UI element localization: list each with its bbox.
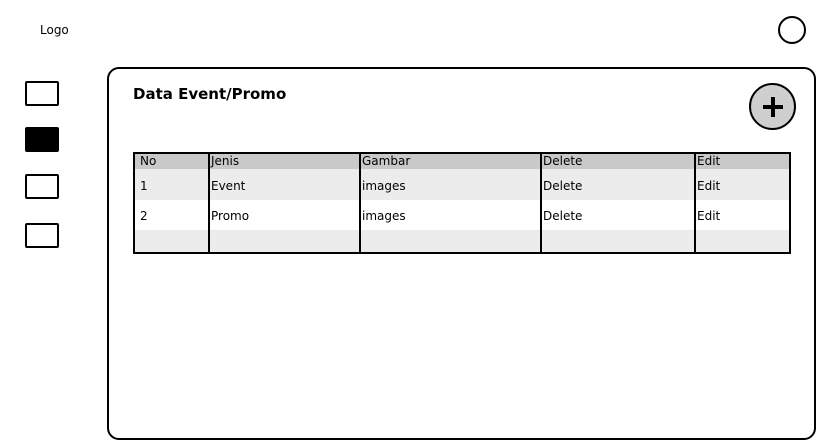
cell-gambar: images (362, 179, 406, 193)
add-button[interactable] (749, 83, 796, 130)
sidebar-item-3[interactable] (25, 174, 59, 199)
sidebar-item-2-active[interactable] (25, 127, 59, 152)
data-table: No Jenis Gambar Delete Edit 1 Event imag… (133, 152, 791, 254)
cell-jenis: Promo (211, 209, 250, 223)
column-header-jenis: Jenis (211, 154, 240, 168)
column-divider (540, 154, 542, 252)
column-header-gambar: Gambar (362, 154, 411, 168)
cell-no: 2 (140, 209, 148, 223)
sidebar-item-4[interactable] (25, 223, 59, 248)
table-row: 2 Promo images Delete Edit (135, 200, 789, 230)
column-header-no: No (140, 154, 157, 168)
table-row-empty (135, 230, 789, 252)
table-header-row: No Jenis Gambar Delete Edit (135, 154, 789, 169)
page-title: Data Event/Promo (133, 85, 287, 103)
column-header-delete: Delete (543, 154, 583, 168)
sidebar-item-1[interactable] (25, 81, 59, 106)
delete-link[interactable]: Delete (543, 179, 582, 193)
cell-no: 1 (140, 179, 148, 193)
column-divider (694, 154, 696, 252)
column-header-edit: Edit (697, 154, 721, 168)
column-divider (359, 154, 361, 252)
table-row: 1 Event images Delete Edit (135, 169, 789, 200)
cell-gambar: images (362, 209, 406, 223)
logo: Logo (40, 23, 69, 37)
plus-icon (762, 96, 783, 117)
edit-link[interactable]: Edit (697, 209, 720, 223)
delete-link[interactable]: Delete (543, 209, 582, 223)
cell-jenis: Event (211, 179, 246, 193)
edit-link[interactable]: Edit (697, 179, 720, 193)
avatar[interactable] (778, 16, 806, 44)
column-divider (208, 154, 210, 252)
